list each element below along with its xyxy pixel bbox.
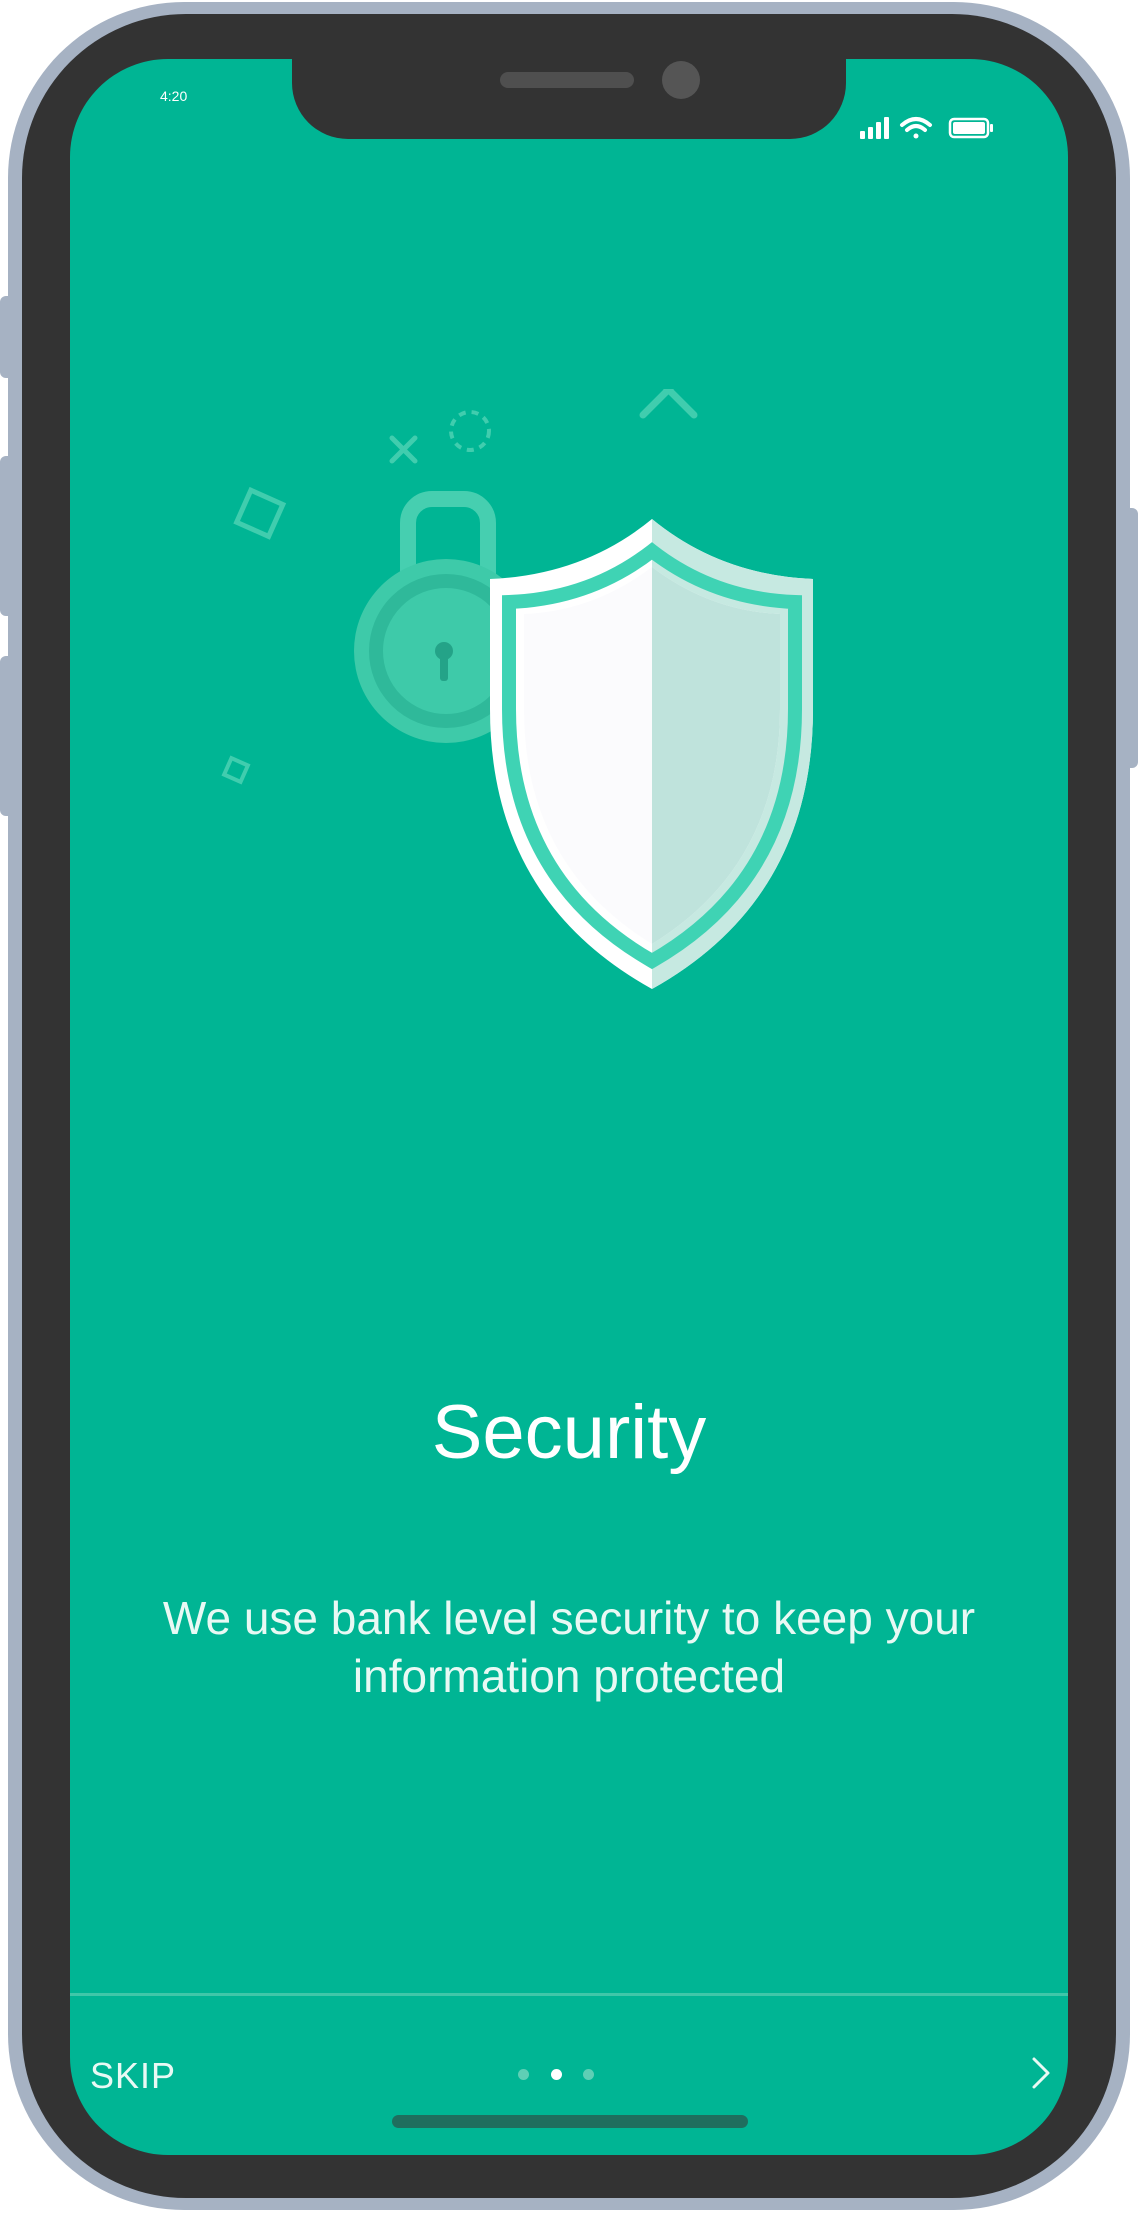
decorative-dashed-circle-icon [449, 410, 491, 452]
chevron-right-icon [1032, 2057, 1050, 2089]
notch [292, 59, 846, 139]
decorative-square-icon [221, 755, 251, 785]
footer-divider [70, 1993, 1068, 1996]
page-title: Security [431, 1390, 707, 1475]
security-illustration [220, 360, 870, 989]
next-button[interactable] [1028, 2053, 1054, 2093]
front-camera [662, 61, 700, 99]
page-description: We use bank level security to keep your … [162, 1592, 976, 1702]
speaker-grille [500, 72, 634, 88]
decorative-cross-icon [639, 360, 698, 419]
decorative-square-icon [233, 486, 287, 540]
page-dot-3[interactable] [583, 2069, 594, 2080]
status-icons [860, 113, 1000, 143]
battery-icon [948, 117, 993, 139]
skip-button[interactable]: SKIP [90, 2055, 176, 2097]
shield-icon [490, 519, 813, 989]
decorative-cross-icon [389, 435, 418, 464]
home-indicator[interactable] [392, 2115, 748, 2128]
status-time: 4:20 [160, 88, 188, 104]
cellular-signal-icon [860, 117, 889, 139]
phone-screen: 4:20 Security We use bank level security… [70, 59, 1068, 2155]
wifi-icon [900, 117, 932, 139]
page-indicator [518, 2069, 618, 2083]
page-dot-1[interactable] [518, 2069, 529, 2080]
page-dot-2-active[interactable] [551, 2069, 562, 2080]
